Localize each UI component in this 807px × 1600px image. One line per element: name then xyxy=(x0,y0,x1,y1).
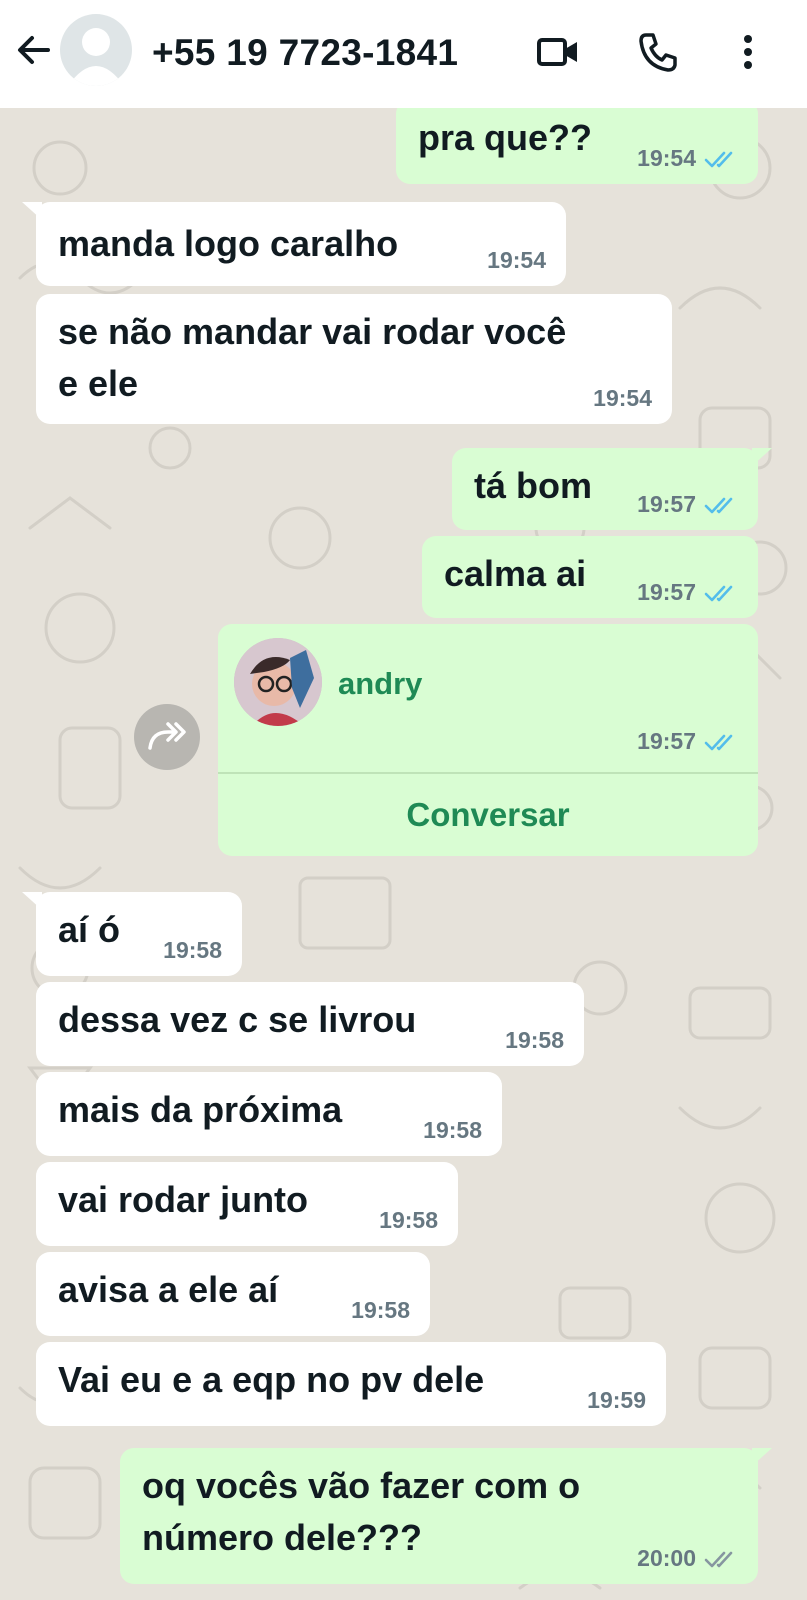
message-text: dessa vez c se livrou xyxy=(58,999,417,1040)
default-avatar-icon[interactable] xyxy=(60,14,132,86)
message-time: 19:59 xyxy=(587,1387,646,1413)
message-text: calma ai xyxy=(444,553,587,594)
message-time: 19:54 xyxy=(593,385,652,411)
more-vertical-icon[interactable] xyxy=(726,30,770,74)
message-text: aí ó xyxy=(58,909,121,950)
message-bubble-outgoing[interactable]: pra que?? 19:54 xyxy=(396,100,758,184)
message-bubble-incoming[interactable]: manda logo caralho 19:54 xyxy=(22,202,566,286)
bubble-tail xyxy=(752,448,772,466)
read-ticks-icon xyxy=(704,734,733,750)
message-time: 20:00 xyxy=(637,1545,738,1572)
forward-arrow-icon[interactable] xyxy=(134,704,200,770)
message-text: oq vocês vão fazer com o número dele??? xyxy=(142,1465,581,1558)
message-bubble-incoming[interactable]: se não mandar vai rodar você e ele 19:54 xyxy=(36,294,672,424)
conversar-button[interactable]: Conversar xyxy=(218,774,758,856)
message-time: 19:58 xyxy=(505,1027,564,1053)
message-time: 19:57 xyxy=(637,579,738,606)
phone-icon[interactable] xyxy=(636,30,680,74)
message-time: 19:57 xyxy=(637,491,738,518)
message-text: avisa a ele aí xyxy=(58,1269,279,1310)
message-bubble-incoming[interactable]: mais da próxima 19:58 xyxy=(36,1072,502,1156)
contact-avatar[interactable] xyxy=(234,638,322,726)
message-text: manda logo caralho xyxy=(58,223,399,264)
message-time: 19:54 xyxy=(637,145,738,172)
message-bubble-incoming[interactable]: dessa vez c se livrou 19:58 xyxy=(36,982,584,1066)
message-bubble-outgoing[interactable]: tá bom 19:57 xyxy=(452,448,772,530)
message-text: vai rodar junto xyxy=(58,1179,309,1220)
bubble-tail xyxy=(752,1448,772,1466)
arrow-left-icon[interactable] xyxy=(14,30,54,70)
contact-name[interactable]: andry xyxy=(338,666,422,702)
message-bubble-outgoing[interactable]: oq vocês vão fazer com o número dele??? … xyxy=(120,1448,772,1584)
message-text: mais da próxima xyxy=(58,1089,343,1130)
read-ticks-icon xyxy=(704,585,733,601)
bubble-tail xyxy=(22,202,42,220)
message-bubble-incoming[interactable]: Vai eu e a eqp no pv dele 19:59 xyxy=(36,1342,666,1426)
message-time: 19:58 xyxy=(423,1117,482,1143)
message-time: 19:54 xyxy=(487,247,546,273)
shared-contact-card[interactable]: andry 19:57 Conversar xyxy=(218,624,758,856)
message-text: se não mandar vai rodar você e ele xyxy=(58,311,567,404)
message-bubble-incoming[interactable]: avisa a ele aí 19:58 xyxy=(36,1252,430,1336)
bubble-tail xyxy=(22,892,42,910)
chat-header: +55 19 7723-1841 xyxy=(0,0,807,108)
video-camera-icon[interactable] xyxy=(536,30,580,74)
read-ticks-icon xyxy=(704,151,733,167)
message-text: pra que?? xyxy=(418,117,593,158)
message-time: 19:58 xyxy=(379,1207,438,1233)
message-text: tá bom xyxy=(474,465,593,506)
read-ticks-icon xyxy=(704,497,733,513)
message-bubble-incoming[interactable]: aí ó 19:58 xyxy=(22,892,242,976)
message-bubble-incoming[interactable]: vai rodar junto 19:58 xyxy=(36,1162,458,1246)
message-time: 19:58 xyxy=(163,937,222,963)
message-time: 19:57 xyxy=(637,728,738,755)
message-bubble-outgoing[interactable]: calma ai 19:57 xyxy=(422,536,758,618)
message-time: 19:58 xyxy=(351,1297,410,1323)
contact-title[interactable]: +55 19 7723-1841 xyxy=(152,32,458,74)
delivered-ticks-icon xyxy=(704,1551,733,1567)
message-text: Vai eu e a eqp no pv dele xyxy=(58,1359,485,1400)
